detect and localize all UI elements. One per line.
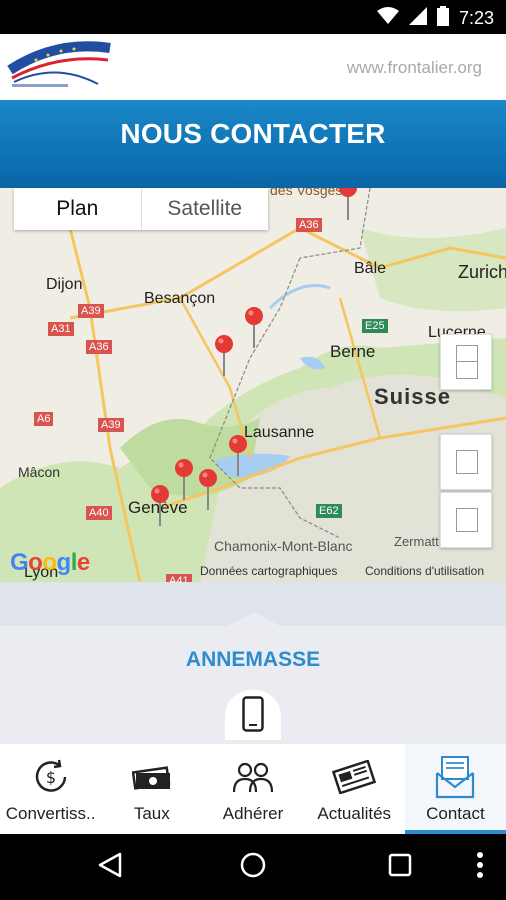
map-control-button[interactable] bbox=[440, 334, 492, 390]
road-badge: A39 bbox=[98, 418, 124, 432]
title-bar: NOUS CONTACTER bbox=[0, 100, 506, 188]
map-label-macon: Mâcon bbox=[18, 464, 61, 480]
banknotes-icon bbox=[131, 756, 172, 798]
mobile-phone-icon bbox=[242, 696, 264, 737]
back-triangle-icon bbox=[98, 852, 122, 883]
bottom-tab-bar: $ Convertiss.. Taux Adhérer Actualités C… bbox=[0, 744, 506, 834]
app-header: www.frontalier.org bbox=[0, 34, 506, 100]
map-label-dijon: Dijon bbox=[46, 276, 83, 293]
system-nav-bar bbox=[0, 834, 506, 900]
battery-icon bbox=[436, 6, 449, 31]
tab-convertisseur[interactable]: $ Convertiss.. bbox=[0, 744, 101, 834]
map-control-icon bbox=[456, 345, 478, 379]
frontalier-logo-icon[interactable] bbox=[6, 40, 112, 90]
tab-label: Actualités bbox=[317, 804, 392, 823]
road-badge: A41 bbox=[166, 574, 192, 582]
road-badge: A31 bbox=[48, 322, 74, 336]
tab-adherer[interactable]: Adhérer bbox=[202, 744, 303, 834]
newspaper-icon bbox=[332, 756, 377, 798]
google-logo: Google bbox=[10, 549, 90, 576]
panel-notch bbox=[224, 612, 284, 628]
wifi-icon bbox=[376, 7, 399, 30]
recents-button[interactable] bbox=[370, 834, 430, 900]
tab-label: Contact bbox=[426, 804, 485, 823]
zoom-out-button[interactable] bbox=[440, 492, 492, 548]
road-badge: E25 bbox=[362, 319, 388, 333]
road-badge: A36 bbox=[296, 218, 322, 232]
home-button[interactable] bbox=[223, 834, 283, 900]
map-type-satellite-button[interactable]: Satellite bbox=[142, 188, 269, 230]
currency-converter-icon: $ bbox=[32, 756, 70, 798]
map-type-plan-button[interactable]: Plan bbox=[14, 188, 142, 230]
map-label-berne: Berne bbox=[330, 342, 376, 361]
website-url[interactable]: www.frontalier.org bbox=[347, 58, 482, 78]
contact-letter-icon bbox=[435, 756, 475, 799]
recents-square-icon bbox=[388, 853, 412, 882]
zoom-in-button[interactable] bbox=[440, 434, 492, 490]
tab-label: Adhérer bbox=[222, 804, 284, 823]
zoom-in-icon bbox=[456, 450, 478, 474]
page-title: NOUS CONTACTER bbox=[120, 118, 386, 149]
signal-icon bbox=[408, 7, 427, 30]
back-button[interactable] bbox=[80, 834, 140, 900]
tab-contact[interactable]: Contact bbox=[404, 744, 506, 834]
road-badge: E62 bbox=[316, 504, 342, 518]
people-icon bbox=[231, 756, 275, 798]
more-vert-icon bbox=[476, 851, 484, 884]
map-label-chamonix: Chamonix-Mont-Blanc bbox=[214, 538, 353, 554]
overflow-menu-button[interactable] bbox=[462, 834, 498, 900]
zoom-out-icon bbox=[456, 508, 478, 532]
road-badge: A39 bbox=[78, 304, 104, 318]
tab-label: Convertiss.. bbox=[5, 804, 96, 823]
status-bar: 7:23 bbox=[0, 0, 506, 34]
map-view[interactable]: A36 A39 A31 A36 A6 A39 A40 E25 E62 A41 D… bbox=[0, 188, 506, 582]
clock: 7:23 bbox=[458, 8, 494, 28]
tab-taux[interactable]: Taux bbox=[101, 744, 202, 834]
tab-actualites[interactable]: Actualités bbox=[304, 744, 405, 834]
map-label-zermatt: Zermatt bbox=[394, 534, 439, 549]
road-badge: A40 bbox=[86, 506, 112, 520]
map-label-vosges: des Vosges bbox=[270, 188, 343, 198]
location-city-name: ANNEMASSE bbox=[185, 648, 321, 671]
road-badge: A36 bbox=[86, 340, 112, 354]
map-label-lausanne: Lausanne bbox=[244, 424, 315, 441]
map-attribution-terms[interactable]: Conditions d'utilisation bbox=[365, 564, 484, 578]
home-circle-icon bbox=[239, 851, 267, 884]
tab-label: Taux bbox=[133, 804, 170, 823]
map-label-bale: Bâle bbox=[354, 260, 387, 277]
map-type-selector[interactable]: Plan Satellite bbox=[14, 188, 268, 230]
map-label-zurich: Zurich bbox=[458, 262, 506, 282]
phone-button[interactable] bbox=[225, 690, 281, 740]
map-attribution-data[interactable]: Données cartographiques bbox=[200, 564, 337, 578]
svg-text:$: $ bbox=[46, 768, 56, 787]
road-badge: A6 bbox=[34, 412, 54, 426]
map-label-besancon: Besançon bbox=[144, 290, 216, 307]
